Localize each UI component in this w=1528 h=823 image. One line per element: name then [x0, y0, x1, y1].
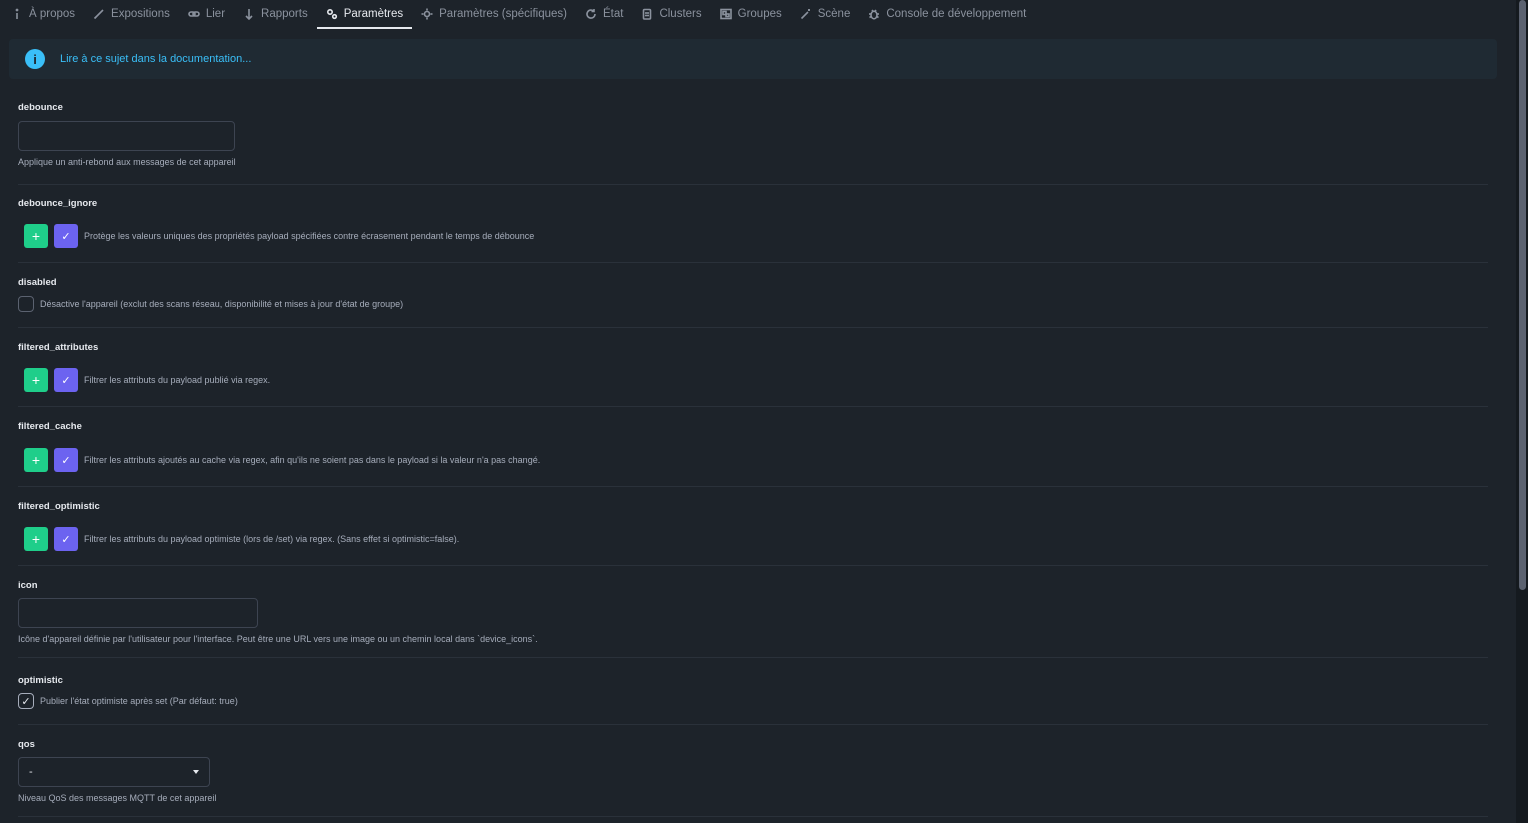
field-description: Désactive l'appareil (exclut des scans r… [40, 299, 404, 309]
bug-icon [868, 8, 880, 20]
divider [18, 327, 1488, 328]
divider [18, 406, 1488, 407]
add-button[interactable]: + [24, 448, 48, 472]
field-description: Applique un anti-rebond aux messages de … [18, 157, 236, 167]
gears-icon [326, 8, 338, 20]
object-group-icon [719, 8, 732, 20]
field-label: qos [18, 739, 35, 750]
field-label: optimistic [18, 675, 63, 686]
link-icon [188, 8, 200, 20]
apply-button[interactable]: ✓ [54, 368, 78, 392]
documentation-alert: i Lire à ce sujet dans la documentation.… [9, 39, 1497, 79]
qos-select[interactable]: - [18, 757, 210, 787]
apply-button[interactable]: ✓ [54, 527, 78, 551]
field-filtered-optimistic: + ✓ Filtrer les attributs du payload opt… [18, 527, 459, 551]
apply-button[interactable]: ✓ [54, 448, 78, 472]
field-debounce: debounce [18, 102, 63, 113]
qos-selected-value: - [29, 766, 33, 778]
field-description: Protège les valeurs uniques des propriét… [84, 231, 535, 241]
field-filtered-attributes: + ✓ Filtrer les attributs du payload pub… [18, 368, 270, 392]
field-label: debounce [18, 102, 63, 113]
field-description: Publier l'état optimiste après set (Par … [40, 696, 238, 706]
tab-specific-settings[interactable]: Paramètres (spécifiques) [412, 0, 576, 28]
pencil-icon [93, 8, 105, 20]
magic-wand-icon [800, 8, 812, 20]
tab-label: État [602, 8, 624, 20]
field-label: filtered_cache [18, 421, 82, 432]
field-label: icon [18, 580, 38, 591]
tab-label: Console de développement [886, 8, 1027, 20]
divider [18, 486, 1488, 487]
tab-reports[interactable]: Rapports [234, 0, 317, 28]
add-button[interactable]: + [24, 224, 48, 248]
tab-label: Lier [205, 8, 226, 20]
field-debounce-ignore: + ✓ Protège les valeurs uniques des prop… [18, 224, 534, 248]
tab-about[interactable]: À propos [0, 0, 84, 28]
field-description: Filtrer les attributs ajoutés au cache v… [84, 455, 541, 465]
tab-dev-console[interactable]: Console de développement [859, 0, 1035, 28]
refresh-icon [585, 8, 597, 20]
caret-down-icon [193, 770, 199, 774]
field-label: debounce_ignore [18, 198, 98, 209]
add-button[interactable]: + [24, 527, 48, 551]
field-optimistic: ✓ Publier l'état optimiste après set (Pa… [18, 693, 238, 709]
optimistic-checkbox[interactable]: ✓ [18, 693, 34, 709]
clipboard-icon [641, 8, 653, 20]
field-label: filtered_optimistic [18, 501, 100, 512]
disabled-checkbox[interactable] [18, 296, 34, 312]
tab-scene[interactable]: Scène [791, 0, 860, 28]
divider [18, 657, 1488, 658]
tab-label: Paramètres [343, 7, 404, 20]
scrollbar-thumb[interactable] [1519, 0, 1526, 590]
tab-settings[interactable]: Paramètres [316, 0, 413, 29]
debounce-input[interactable] [18, 121, 235, 151]
gear-icon [421, 8, 433, 20]
arrow-down-icon [243, 8, 255, 20]
info-circle-icon: i [25, 49, 45, 69]
info-icon [11, 8, 23, 20]
tab-clusters[interactable]: Clusters [632, 0, 710, 28]
tab-label: Groupes [737, 8, 782, 20]
add-button[interactable]: + [24, 368, 48, 392]
tab-expositions[interactable]: Expositions [84, 0, 179, 28]
divider [18, 262, 1488, 263]
tab-bind[interactable]: Lier [179, 0, 234, 28]
field-disabled: Désactive l'appareil (exclut des scans r… [18, 296, 403, 312]
tab-label: Scène [817, 8, 851, 20]
divider [18, 816, 1488, 817]
field-description: Filtrer les attributs du payload optimis… [84, 534, 460, 544]
field-filtered-cache: + ✓ Filtrer les attributs ajoutés au cac… [18, 448, 540, 472]
apply-button[interactable]: ✓ [54, 224, 78, 248]
divider [18, 565, 1488, 566]
scrollbar[interactable] [1516, 0, 1528, 823]
field-label: filtered_attributes [18, 342, 99, 353]
field-description: Icône d'appareil définie par l'utilisate… [18, 634, 538, 644]
tab-bar: À propos Expositions Lier Rapports Param… [0, 0, 1510, 30]
documentation-link[interactable]: Lire à ce sujet dans la documentation... [60, 53, 251, 65]
tab-label: Expositions [111, 8, 170, 20]
tab-label: Clusters [659, 8, 702, 20]
tab-label: À propos [29, 8, 76, 20]
divider [18, 184, 1488, 185]
icon-input[interactable] [18, 598, 258, 628]
tab-label: Paramètres (spécifiques) [439, 8, 567, 20]
field-label: disabled [18, 277, 57, 288]
tab-state[interactable]: État [576, 0, 632, 28]
divider [18, 724, 1488, 725]
field-description: Filtrer les attributs du payload publié … [84, 375, 271, 385]
tab-groups[interactable]: Groupes [711, 0, 791, 28]
tab-label: Rapports [261, 8, 308, 20]
field-description: Niveau QoS des messages MQTT de cet appa… [18, 793, 217, 803]
